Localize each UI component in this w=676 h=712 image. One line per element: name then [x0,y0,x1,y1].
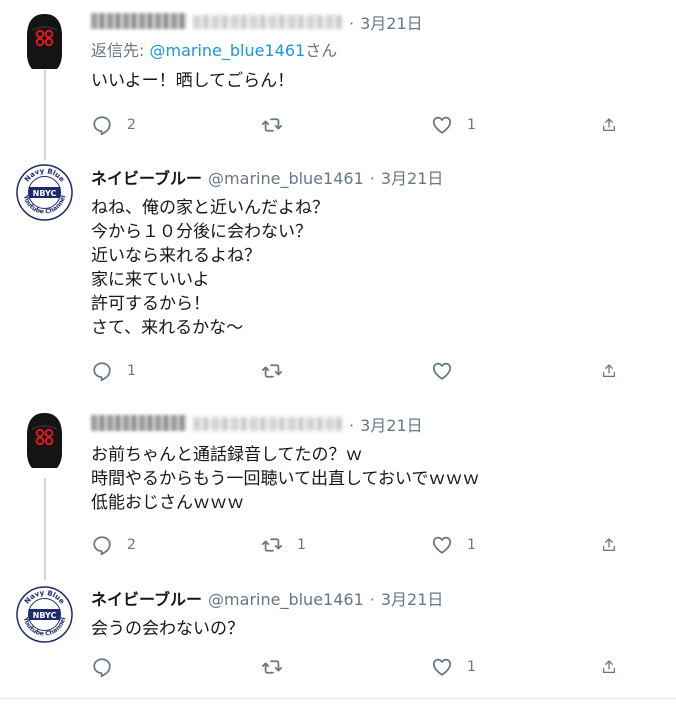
mention-link[interactable]: @marine_blue1461 [149,41,305,60]
share-icon [603,660,615,673]
retweet-icon [261,538,283,552]
logo-center: NBYC [33,611,57,620]
like-button[interactable] [431,360,601,382]
reply-icon [93,362,111,382]
timestamp-link[interactable]: 3月21日 [381,589,444,611]
timestamp-link[interactable]: 3月21日 [381,168,444,190]
reply-count: 2 [127,537,136,553]
reply-button[interactable] [91,656,261,678]
reply-button[interactable]: 1 [91,360,261,382]
share-button[interactable] [601,534,631,556]
reply-count: 1 [127,363,136,379]
like-button[interactable]: 1 [431,656,601,678]
avatar[interactable] [16,12,73,69]
tweet[interactable]: Navy Blue Youtube Channel NBYC ネイビーブルー @… [0,150,676,395]
separator-dot: · [349,14,355,33]
reply-count: 2 [127,117,136,133]
display-name[interactable]: ネイビーブルー [91,589,202,611]
reply-button[interactable]: 2 [91,114,261,136]
separator-dot: · [369,590,375,609]
reply-suffix: さん [305,41,338,60]
retweet-button[interactable] [261,360,431,382]
tweet[interactable]: · 3月21日 お前ちゃんと通話録音してたの？ｗ 時間やるからもう一回聴いて出直… [0,395,676,570]
heart-icon [432,658,452,676]
retweet-count: 1 [297,537,306,553]
bottom-divider [0,698,676,699]
retweet-icon [261,118,283,132]
share-icon [603,538,615,551]
share-button[interactable] [601,656,631,678]
handle[interactable]: @marine_blue1461 [208,168,364,190]
display-name[interactable]: ネイビーブルー [91,168,202,190]
tweet-text: 会うの会わないの？ [91,619,244,639]
share-icon [603,364,615,377]
heart-icon [432,116,452,134]
retweet-button[interactable]: 1 [261,534,431,556]
tweet-text: お前ちゃんと通話録音してたの？ｗ 時間やるからもう一回聴いて出直しておいでｗｗｗ… [91,445,480,513]
tweet[interactable]: Navy Blue Youtube Channel NBYC ネイビーブルー @… [0,570,676,700]
like-count: 1 [467,659,476,675]
heart-icon [432,536,452,554]
retweet-icon [261,364,283,378]
reply-icon [93,116,111,136]
retweet-button[interactable] [261,656,431,678]
like-count: 1 [467,117,476,133]
tweet-thread: · 3月21日 返信先: @marine_blue1461さん いいよー！晒して… [0,0,676,712]
reply-prefix: 返信先: [91,41,150,60]
balaclava-avatar-icon [27,14,62,69]
avatar[interactable]: Navy Blue Youtube Channel NBYC [16,586,73,643]
balaclava-avatar-icon [27,413,62,468]
avatar[interactable]: Navy Blue Youtube Channel NBYC [16,164,73,221]
separator-dot: · [369,169,375,188]
timestamp-link[interactable]: 3月21日 [360,13,423,35]
logo-center: NBYC [33,189,57,198]
tweet-text: いいよー！晒してごらん！ [91,71,295,91]
nbyc-logo-avatar-icon: Navy Blue Youtube Channel NBYC [16,164,73,221]
retweet-button[interactable] [261,114,431,136]
tweet[interactable]: · 3月21日 返信先: @marine_blue1461さん いいよー！晒して… [0,0,676,150]
share-button[interactable] [601,114,631,136]
timestamp-link[interactable]: 3月21日 [360,415,423,437]
share-button[interactable] [601,360,631,382]
redacted-handle [193,15,343,29]
redacted-display-name [91,415,187,431]
like-count: 1 [467,537,476,553]
share-icon [603,118,615,131]
like-button[interactable]: 1 [431,114,601,136]
tweet-text: ねね、俺の家と近いんだよね？ 今から１０分後に会わない？ 近いなら来れるよね？ … [91,198,329,338]
like-button[interactable]: 1 [431,534,601,556]
nbyc-logo-avatar-icon: Navy Blue Youtube Channel NBYC [16,586,73,643]
redacted-display-name [91,13,187,29]
retweet-icon [261,660,283,674]
redacted-handle [193,417,343,431]
replying-to: 返信先: @marine_blue1461さん [91,39,660,63]
heart-icon [432,362,452,380]
handle[interactable]: @marine_blue1461 [208,589,364,611]
separator-dot: · [349,416,355,435]
reply-button[interactable]: 2 [91,534,261,556]
reply-icon [93,658,111,678]
avatar[interactable] [16,411,73,468]
reply-icon [93,536,111,556]
